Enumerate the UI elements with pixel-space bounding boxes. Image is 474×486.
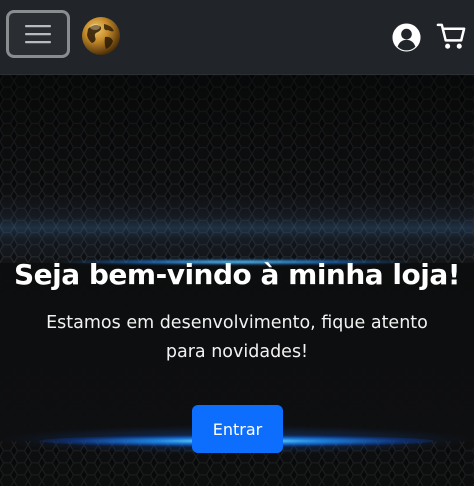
menu-toggle-button[interactable] — [6, 10, 70, 58]
user-circle-icon[interactable] — [391, 22, 422, 53]
blue-glow-band — [0, 193, 474, 263]
hero-title: Seja bem-vindo à minha loja! — [13, 258, 461, 291]
hamburger-menu-icon — [25, 25, 51, 44]
golden-globe-logo[interactable] — [80, 15, 122, 57]
hero-section: Seja bem-vindo à minha loja! Estamos em … — [0, 75, 474, 486]
hero-subtitle: Estamos em desenvolvimento, fique atento… — [46, 313, 428, 362]
shopping-cart-icon[interactable] — [436, 21, 467, 52]
top-navbar — [0, 0, 474, 75]
enter-button[interactable]: Entrar — [192, 405, 283, 453]
